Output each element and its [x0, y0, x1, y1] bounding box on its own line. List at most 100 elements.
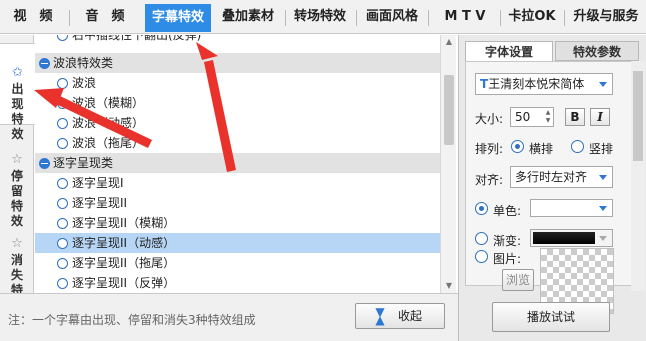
list-item[interactable]: 逐字呈现II（反弹）: [35, 273, 440, 293]
list-group-header[interactable]: 逐字呈现类: [35, 153, 440, 173]
tab-upgrade-service[interactable]: 升级与服务: [566, 0, 646, 34]
scrollbar-thumb[interactable]: [444, 75, 454, 145]
tab-separator: [564, 10, 565, 26]
align-label: 对齐:: [475, 173, 504, 187]
collapse-button[interactable]: ▼ ▲ 收起: [355, 303, 445, 329]
list-item[interactable]: 逐字呈现I: [35, 173, 440, 193]
collapse-arrows-icon: ▼ ▲: [375, 305, 385, 327]
tab-video[interactable]: 视 频: [2, 0, 64, 34]
list-item[interactable]: 逐字呈现II（模糊）: [35, 213, 440, 233]
scroll-down-icon[interactable]: ▼: [443, 281, 455, 291]
radio-button[interactable]: [57, 78, 68, 89]
radio-button[interactable]: [57, 178, 68, 189]
settings-scrollbar[interactable]: [631, 61, 645, 291]
radio-button[interactable]: [57, 238, 68, 249]
font-type-icon: T: [480, 77, 489, 91]
chevron-down-icon: [599, 206, 607, 211]
radio-button[interactable]: [57, 198, 68, 209]
font-family-value: 王清刻本悦宋简体: [488, 77, 585, 91]
radio-button[interactable]: [57, 138, 68, 149]
group-label: 波浪特效类: [53, 56, 114, 70]
top-menu-bar: 视 频 音 频 字幕特效 叠加素材 转场特效 画面风格 M T V 卡拉OK 升…: [0, 0, 646, 34]
solid-color-label: 单色:: [493, 204, 522, 218]
italic-button[interactable]: I: [590, 108, 610, 126]
scrollbar-thumb[interactable]: [633, 71, 643, 161]
font-settings-panel: 字体设置 特效参数 T王清刻本悦宋简体 大小: 50 ▲ ▼ B I 排列: 横排…: [458, 35, 646, 341]
gradient-color-picker[interactable]: [530, 229, 613, 247]
list-item-label: 逐字呈现II: [72, 196, 128, 210]
solid-color-radio[interactable]: [475, 202, 488, 215]
play-test-button[interactable]: 播放试试: [492, 302, 610, 332]
tab-font-settings[interactable]: 字体设置: [465, 41, 553, 61]
tab-picture-style[interactable]: 画面风格: [358, 0, 426, 34]
tab-separator: [69, 10, 70, 26]
gradient-preview: [533, 232, 595, 244]
list-item-label: 波浪（动感）: [72, 116, 145, 130]
list-item[interactable]: 逐字呈现II: [35, 193, 440, 213]
effect-phase-tabs: ✩出 现 特 效 ☆停 留 特 效 ☆消 失 特 效: [0, 35, 35, 312]
list-item-label: 波浪（拖尾）: [72, 136, 145, 150]
list-item-selected[interactable]: 逐字呈现II（动感）: [35, 233, 440, 253]
effects-list: 右中插线性下翻出(反弹) 波浪特效类 波浪 波浪（模糊） 波浪（动感） 波浪（拖…: [35, 35, 440, 293]
tab-effect-params[interactable]: 特效参数: [555, 41, 639, 61]
star-outline-icon: ☆: [11, 152, 23, 167]
font-size-input[interactable]: 50 ▲ ▼: [510, 107, 554, 127]
font-size-value: 50: [515, 110, 531, 124]
side-tab-stay[interactable]: ☆ 停 留 特 效: [0, 131, 34, 228]
list-scrollbar[interactable]: ▲ ▼: [440, 35, 456, 293]
tab-transitions[interactable]: 转场特效: [286, 0, 354, 34]
tab-mtv[interactable]: M T V: [432, 0, 498, 34]
font-settings-body: T王清刻本悦宋简体 大小: 50 ▲ ▼ B I 排列: 横排 竖排 对齐: 多行…: [465, 61, 639, 314]
list-item[interactable]: 逐字呈现II（拖尾）: [35, 253, 440, 273]
gradient-radio[interactable]: [475, 232, 488, 245]
list-item-label: 逐字呈现II（反弹）: [72, 276, 176, 290]
list-item[interactable]: 波浪（模糊）: [35, 93, 440, 113]
radio-button[interactable]: [57, 118, 68, 129]
chevron-down-icon: [599, 175, 607, 180]
radio-button[interactable]: [57, 278, 68, 289]
arrange-horizontal-radio[interactable]: [511, 140, 524, 153]
list-item[interactable]: 波浪（动感）: [35, 113, 440, 133]
list-group-header[interactable]: 波浪特效类: [35, 53, 440, 73]
image-fill-radio[interactable]: [475, 250, 488, 263]
group-label: 逐字呈现类: [53, 156, 114, 170]
arrange-vertical-radio[interactable]: [571, 140, 584, 153]
radio-button[interactable]: [57, 35, 68, 41]
collapse-minus-icon[interactable]: [39, 158, 50, 169]
radio-button[interactable]: [57, 258, 68, 269]
list-item-label: 波浪（模糊）: [72, 96, 145, 110]
tab-subtitle-effects[interactable]: 字幕特效: [145, 4, 211, 32]
tab-separator: [500, 10, 501, 26]
solid-color-picker[interactable]: [530, 199, 613, 217]
align-value: 多行时左对齐: [515, 170, 588, 184]
star-icon: ✩: [12, 65, 23, 80]
list-item[interactable]: 波浪（拖尾）: [35, 133, 440, 153]
scroll-up-icon[interactable]: ▲: [443, 37, 455, 47]
tab-overlay-materials[interactable]: 叠加素材: [214, 0, 282, 34]
bottom-bar: 注：一个字幕由出现、停留和消失3种特效组成 ▼ ▲ 收起: [0, 293, 458, 341]
bold-button[interactable]: B: [565, 108, 585, 126]
align-select[interactable]: 多行时左对齐: [510, 166, 613, 188]
radio-button[interactable]: [57, 218, 68, 229]
hint-text: 注：一个字幕由出现、停留和消失3种特效组成: [8, 313, 256, 327]
vertical-label: 竖排: [589, 142, 614, 156]
list-item-label: 逐字呈现II（模糊）: [72, 216, 176, 230]
list-item-label: 逐字呈现I: [72, 176, 124, 190]
gradient-label: 渐变:: [493, 234, 522, 248]
arrange-label: 排列:: [475, 142, 504, 156]
font-family-select[interactable]: T王清刻本悦宋简体: [475, 73, 613, 95]
side-tab-disappear[interactable]: ☆消 失 特 效: [0, 215, 34, 312]
browse-button[interactable]: 浏览: [502, 269, 534, 291]
side-tab-appear[interactable]: ✩ 出 现 特 效: [0, 43, 35, 141]
size-label: 大小:: [475, 112, 504, 126]
list-item[interactable]: 右中插线性下翻出(反弹): [35, 35, 440, 45]
tab-karaoke[interactable]: 卡拉OK: [502, 0, 562, 34]
list-item-label: 波浪: [72, 76, 97, 90]
list-item-label: 逐字呈现II（动感）: [72, 236, 176, 250]
horizontal-label: 横排: [529, 142, 554, 156]
radio-button[interactable]: [57, 98, 68, 109]
collapse-minus-icon[interactable]: [39, 58, 50, 69]
tab-audio[interactable]: 音 频: [74, 0, 136, 34]
list-item[interactable]: 波浪: [35, 73, 440, 93]
stepper-arrows-icon[interactable]: ▲ ▼: [544, 109, 552, 125]
